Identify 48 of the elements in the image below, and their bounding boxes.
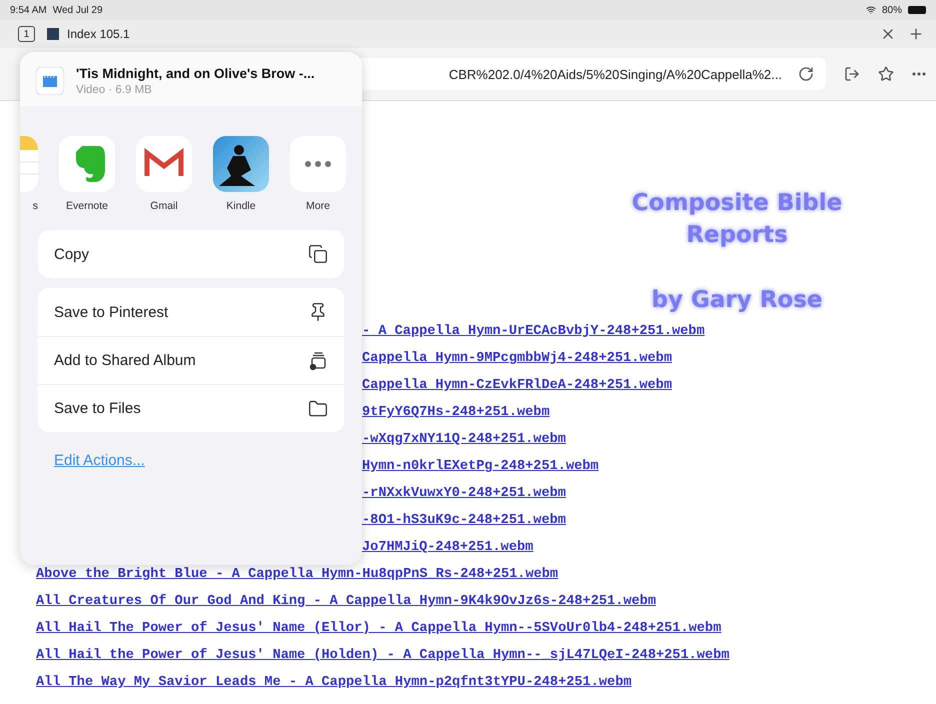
battery-percent: 80% xyxy=(882,4,902,16)
app-label: Gmail xyxy=(150,200,178,212)
file-link[interactable]: All Hail The Power of Jesus' Name (Ellor) - A Cappella Hymn--5SVoUr0lb4-248+251.webm xyxy=(36,615,722,642)
page-byline: by Gary Rose xyxy=(650,287,824,313)
app-label: Kindle xyxy=(226,200,256,212)
file-link[interactable]: 9tFyY6Q7Hs-248+251.webm xyxy=(362,399,550,426)
copy-icon xyxy=(308,244,328,264)
file-link[interactable]: Hymn-n0krlEXetPg-248+251.webm xyxy=(362,453,599,480)
tab-count-button[interactable]: 1 xyxy=(18,26,35,42)
file-link[interactable]: Cappella Hymn-CzEvkFRlDeA-248+251.webm xyxy=(362,372,672,399)
page-heading: Reports xyxy=(685,221,789,250)
file-link[interactable]: All Hail the Power of Jesus' Name (Holden) - A Cappella Hymn--_sjL47LQeI-248+251.webm xyxy=(36,642,730,669)
file-link[interactable]: All Creatures Of Our God And King - A Cappella Hymn-9K4k9OvJz6s-248+251.webm xyxy=(36,588,656,615)
star-icon xyxy=(878,66,894,82)
folder-icon xyxy=(308,398,328,418)
favorites-button[interactable] xyxy=(878,66,894,82)
status-date: Wed Jul 29 xyxy=(52,4,103,16)
new-tab-button[interactable] xyxy=(908,26,924,42)
more-dots-icon xyxy=(305,161,331,167)
plus-icon xyxy=(908,26,924,42)
reload-icon xyxy=(798,66,814,82)
album-stack-icon xyxy=(308,350,328,370)
url-text: CBR%202.0/4%20Aids/5%20Singing/A%20Cappella%2... xyxy=(448,66,782,82)
app-label: More xyxy=(306,200,330,212)
reload-button[interactable] xyxy=(798,66,814,82)
more-button[interactable] xyxy=(912,72,926,76)
tab-title: Index 105.1 xyxy=(67,27,130,41)
browser-tab[interactable]: Index 105.1 xyxy=(47,27,130,41)
more-icon xyxy=(912,72,926,76)
file-link[interactable]: -rNXxkVuwxY0-248+251.webm xyxy=(362,480,566,507)
file-link[interactable]: -wXqg7xNY11Q-248+251.webm xyxy=(362,426,566,453)
wifi-icon xyxy=(866,5,876,15)
file-link[interactable]: All The Way My Savior Leads Me - A Cappella Hymn-p2qfnt3tYPU-248+251.webm xyxy=(36,669,632,696)
status-time: 9:54 AM xyxy=(10,4,47,16)
file-link[interactable]: -8O1-hS3uK9c-248+251.webm xyxy=(362,507,566,534)
share-button[interactable] xyxy=(844,66,860,82)
file-title: 'Tis Midnight, and on Olive's Brow -... xyxy=(76,66,315,81)
favicon-icon xyxy=(47,28,59,40)
file-link[interactable]: Above the Bright Blue - A Cappella Hymn-Hu8qpPnS_Rs-248+251.webm xyxy=(36,561,558,588)
battery-icon xyxy=(908,6,926,14)
app-label: s xyxy=(32,200,38,212)
reader-silhouette-icon xyxy=(213,136,269,192)
file-link[interactable]: Jo7HMJiQ-248+251.webm xyxy=(362,534,534,561)
video-file-icon xyxy=(36,67,64,95)
app-label: Evernote xyxy=(66,200,108,212)
page-heading: Composite Bible xyxy=(630,189,844,218)
file-link[interactable]: Cappella Hymn-9MPcgmbbWj4-248+251.webm xyxy=(362,345,672,372)
file-link[interactable]: - A Cappella Hymn-UrECAcBvbjY-248+251.webm xyxy=(362,318,705,345)
